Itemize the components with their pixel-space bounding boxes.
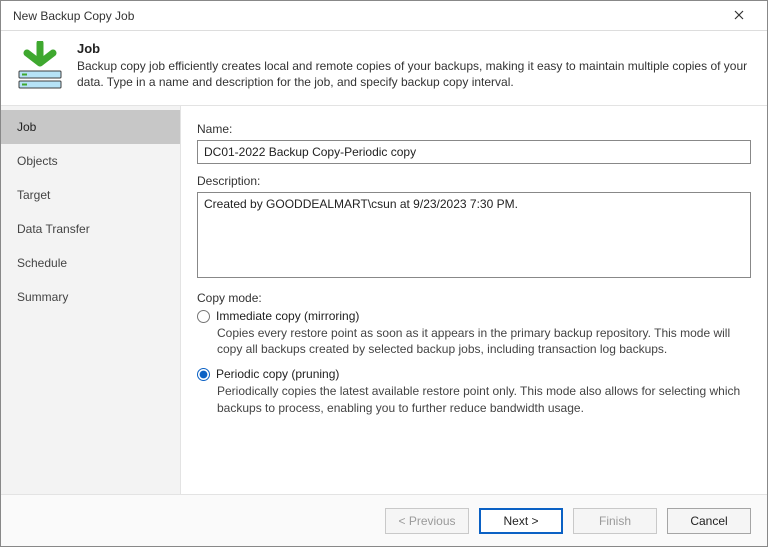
- cancel-button[interactable]: Cancel: [667, 508, 751, 534]
- radio-periodic[interactable]: [197, 368, 210, 381]
- header-subtitle: Backup copy job efficiently creates loca…: [77, 58, 751, 90]
- backup-job-icon: [15, 41, 65, 91]
- copymode-option-immediate[interactable]: Immediate copy (mirroring): [197, 309, 751, 323]
- step-summary[interactable]: Summary: [1, 280, 180, 314]
- header-text: Job Backup copy job efficiently creates …: [77, 41, 751, 90]
- finish-button[interactable]: Finish: [573, 508, 657, 534]
- wizard-window: New Backup Copy Job Job Backup copy job …: [0, 0, 768, 547]
- description-label: Description:: [197, 174, 751, 188]
- step-data-transfer[interactable]: Data Transfer: [1, 212, 180, 246]
- wizard-content: Name: Description: Copy mode: Immediate …: [181, 106, 767, 494]
- radio-immediate[interactable]: [197, 310, 210, 323]
- previous-button[interactable]: < Previous: [385, 508, 469, 534]
- header-title: Job: [77, 41, 751, 56]
- radio-immediate-label: Immediate copy (mirroring): [216, 309, 359, 323]
- wizard-body: Job Objects Target Data Transfer Schedul…: [1, 105, 767, 494]
- name-input[interactable]: [197, 140, 751, 164]
- wizard-steps-sidebar: Job Objects Target Data Transfer Schedul…: [1, 106, 181, 494]
- radio-periodic-label: Periodic copy (pruning): [216, 367, 339, 381]
- close-button[interactable]: [719, 2, 759, 30]
- step-objects[interactable]: Objects: [1, 144, 180, 178]
- copymode-label: Copy mode:: [197, 291, 751, 305]
- description-textarea[interactable]: [197, 192, 751, 278]
- titlebar: New Backup Copy Job: [1, 1, 767, 31]
- step-schedule[interactable]: Schedule: [1, 246, 180, 280]
- radio-immediate-desc: Copies every restore point as soon as it…: [217, 325, 751, 357]
- radio-periodic-desc: Periodically copies the latest available…: [217, 383, 751, 415]
- wizard-header: Job Backup copy job efficiently creates …: [1, 31, 767, 105]
- copymode-option-periodic[interactable]: Periodic copy (pruning): [197, 367, 751, 381]
- step-job[interactable]: Job: [1, 110, 180, 144]
- step-target[interactable]: Target: [1, 178, 180, 212]
- next-button[interactable]: Next >: [479, 508, 563, 534]
- window-title: New Backup Copy Job: [13, 9, 134, 23]
- close-icon: [734, 9, 744, 23]
- name-label: Name:: [197, 122, 751, 136]
- wizard-footer: < Previous Next > Finish Cancel: [1, 494, 767, 546]
